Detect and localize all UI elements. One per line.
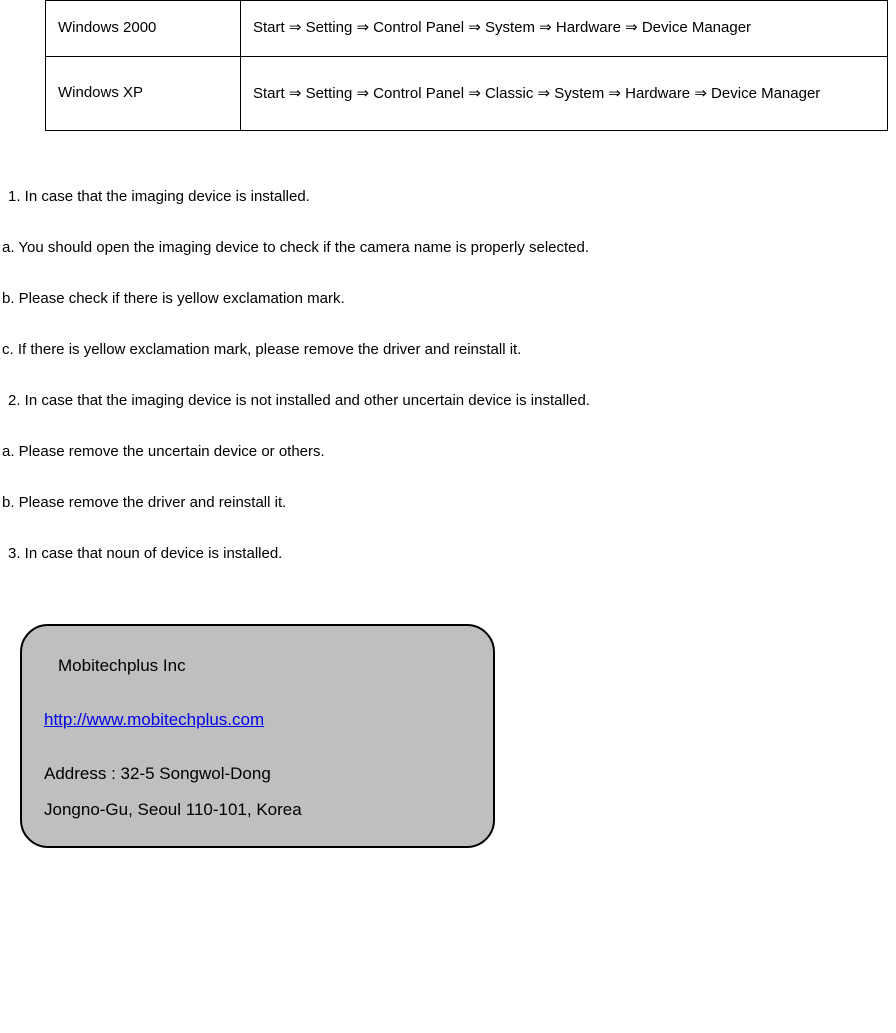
os-cell: Windows 2000 <box>46 1 241 57</box>
company-info-box: Mobitechplus Inc http://www.mobitechplus… <box>20 624 495 848</box>
step-heading: 2. In case that the imaging device is no… <box>2 390 894 411</box>
step-heading: 3. In case that noun of device is instal… <box>2 543 894 564</box>
instructions-content: 1. In case that the imaging device is in… <box>0 186 896 564</box>
os-path-table: Windows 2000 Start ⇒ Setting ⇒ Control P… <box>45 0 888 131</box>
step-item: a. Please remove the uncertain device or… <box>2 441 894 462</box>
company-address-line1: Address : 32-5 Songwol-Dong <box>44 764 471 784</box>
os-path-table-wrapper: Windows 2000 Start ⇒ Setting ⇒ Control P… <box>45 0 888 131</box>
table-row: Windows XP Start ⇒ Setting ⇒ Control Pan… <box>46 56 888 131</box>
company-url-link[interactable]: http://www.mobitechplus.com <box>44 710 264 730</box>
path-cell: Start ⇒ Setting ⇒ Control Panel ⇒ System… <box>241 1 888 57</box>
step-item: b. Please remove the driver and reinstal… <box>2 492 894 513</box>
step-item: b. Please check if there is yellow excla… <box>2 288 894 309</box>
os-cell: Windows XP <box>46 56 241 131</box>
company-address-line2: Jongno-Gu, Seoul 110-101, Korea <box>44 800 471 820</box>
step-heading: 1. In case that the imaging device is in… <box>2 186 894 207</box>
table-row: Windows 2000 Start ⇒ Setting ⇒ Control P… <box>46 1 888 57</box>
path-cell: Start ⇒ Setting ⇒ Control Panel ⇒ Classi… <box>241 56 888 131</box>
step-item: c. If there is yellow exclamation mark, … <box>2 339 894 360</box>
company-name: Mobitechplus Inc <box>58 656 471 676</box>
step-item: a. You should open the imaging device to… <box>2 237 894 258</box>
